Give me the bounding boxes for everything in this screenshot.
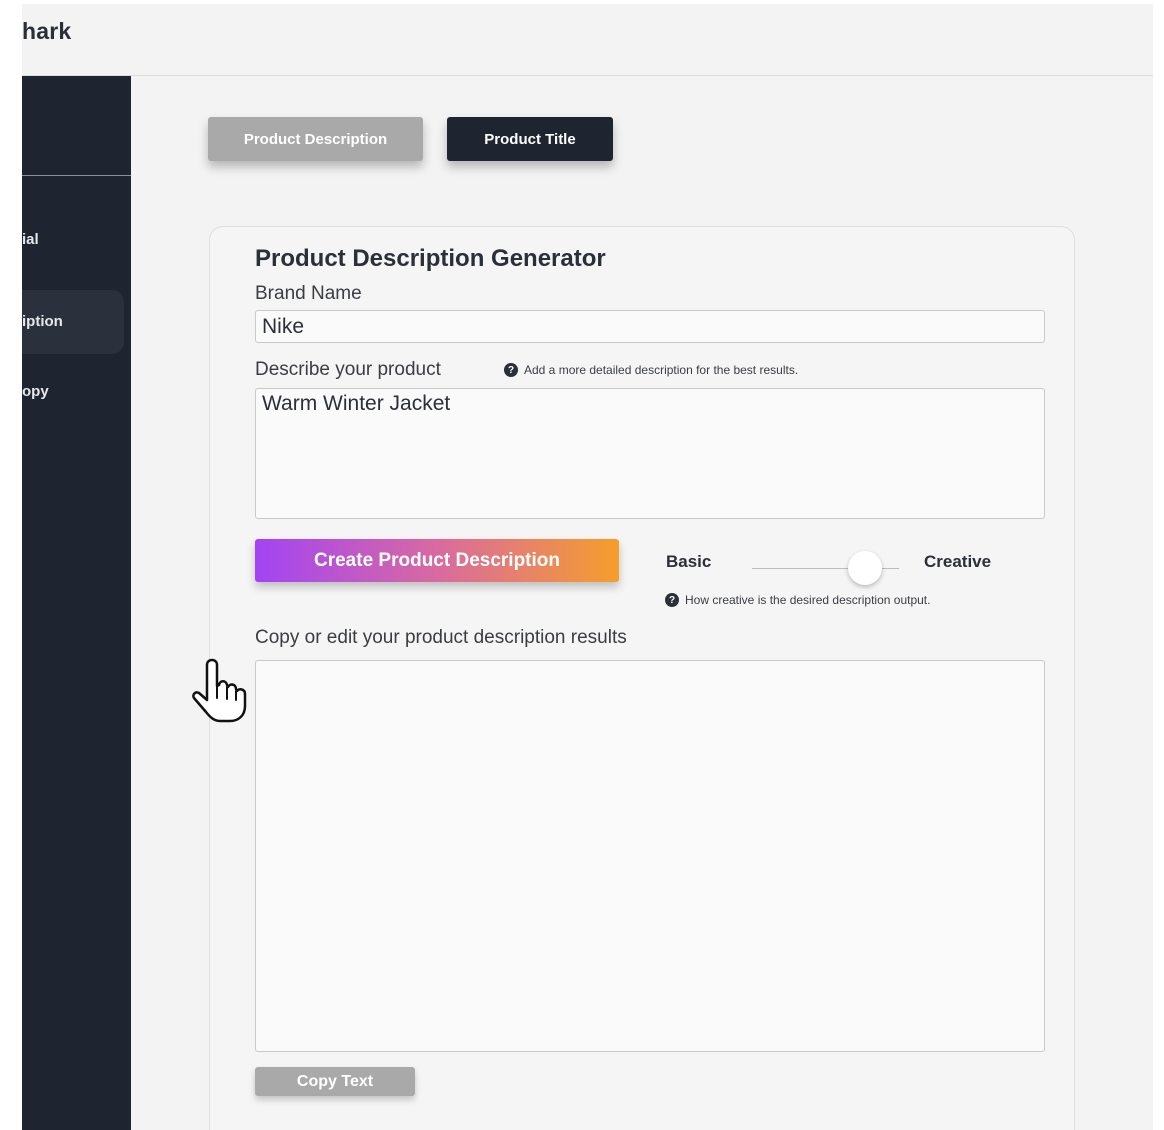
describe-product-label: Describe your product: [255, 359, 441, 380]
results-label: Copy or edit your product description re…: [255, 627, 627, 648]
tab-product-title[interactable]: Product Title: [447, 117, 613, 161]
describe-hint: ? Add a more detailed description for th…: [504, 363, 798, 377]
slider-min-label: Basic: [666, 552, 712, 571]
sidebar-item-social[interactable]: ial: [22, 231, 39, 248]
results-textarea[interactable]: [255, 660, 1045, 1052]
main-content: Product Description Product Title Produc…: [131, 76, 1153, 1130]
top-header: hark: [22, 4, 1153, 76]
sidebar-item-description[interactable]: iption: [22, 290, 124, 354]
sidebar-item-label: iption: [22, 313, 63, 330]
app-window: hark ial iption opy Product Description …: [0, 0, 1164, 1130]
question-circle-icon: ?: [504, 363, 518, 377]
describe-product-textarea[interactable]: [255, 388, 1045, 519]
sidebar: ial iption opy: [22, 76, 131, 1130]
slider-max-label: Creative: [924, 552, 992, 571]
sidebar-divider: [22, 175, 131, 176]
slider-hint: ? How creative is the desired descriptio…: [665, 593, 930, 607]
question-circle-icon: ?: [665, 593, 679, 607]
sidebar-item-copy[interactable]: opy: [22, 383, 49, 400]
brand-name-input[interactable]: [255, 310, 1045, 343]
describe-hint-text: Add a more detailed description for the …: [524, 363, 799, 377]
brand-logo-text: hark: [22, 18, 72, 44]
brand-name-label: Brand Name: [255, 283, 362, 304]
generator-title: Product Description Generator: [255, 245, 606, 272]
copy-text-button[interactable]: Copy Text: [255, 1067, 415, 1096]
create-product-description-button[interactable]: Create Product Description: [255, 539, 619, 582]
generator-card: Product Description Generator Brand Name…: [209, 226, 1075, 1130]
slider-thumb[interactable]: [848, 551, 883, 585]
creativity-slider[interactable]: [752, 551, 899, 585]
slider-hint-text: How creative is the desired description …: [685, 593, 931, 607]
tab-product-description[interactable]: Product Description: [208, 117, 423, 161]
